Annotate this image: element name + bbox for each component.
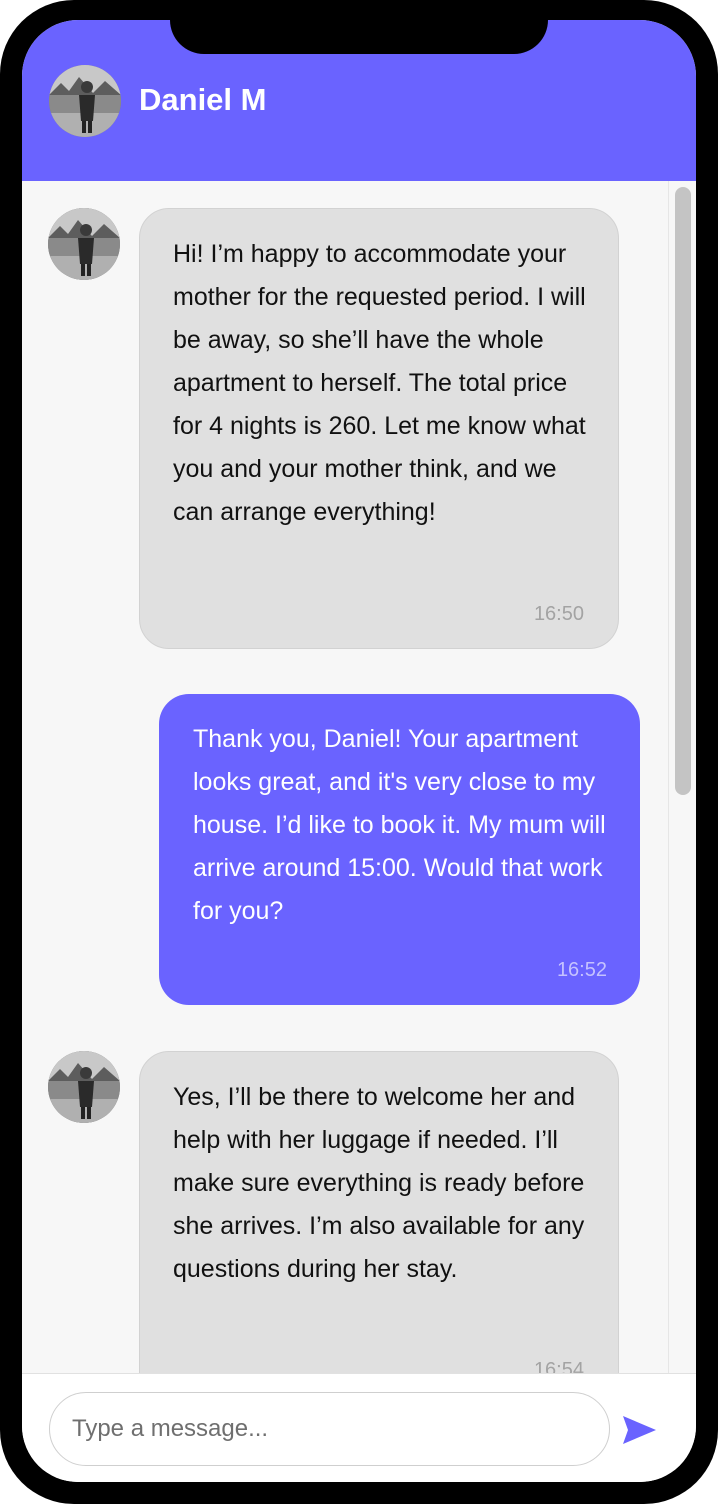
message-text: Thank you, Daniel! Your apartment looks … — [193, 725, 606, 925]
message-input[interactable] — [49, 1392, 610, 1466]
message-text: Yes, I’ll be there to welcome her and he… — [173, 1083, 585, 1283]
message-bubble-incoming: Hi! I’m happy to accommodate your mother… — [139, 208, 619, 649]
message-composer — [22, 1373, 696, 1482]
message-avatar — [48, 208, 120, 280]
message-bubble-outgoing: Thank you, Daniel! Your apartment looks … — [159, 694, 640, 1005]
scrollbar-thumb[interactable] — [675, 187, 691, 795]
contact-avatar[interactable] — [49, 65, 121, 137]
message-time: 16:52 — [556, 959, 607, 981]
message-bubble-incoming: Yes, I’ll be there to welcome her and he… — [139, 1051, 619, 1373]
message-time: 16:54 — [533, 1359, 584, 1373]
send-arrow-icon — [623, 1416, 656, 1444]
scrollbar-track[interactable] — [668, 181, 669, 1373]
message-avatar — [48, 1051, 120, 1123]
contact-name: Daniel M — [139, 82, 267, 117]
device-notch — [170, 20, 548, 54]
phone-frame: Daniel M Hi! I’m happy to accommodate yo… — [0, 0, 718, 1504]
message-time: 16:50 — [533, 603, 584, 625]
message-list[interactable]: Hi! I’m happy to accommodate your mother… — [22, 181, 696, 1373]
send-button[interactable] — [620, 1410, 660, 1450]
chat-screen: Daniel M Hi! I’m happy to accommodate yo… — [22, 20, 696, 1482]
message-text: Hi! I’m happy to accommodate your mother… — [173, 240, 586, 526]
